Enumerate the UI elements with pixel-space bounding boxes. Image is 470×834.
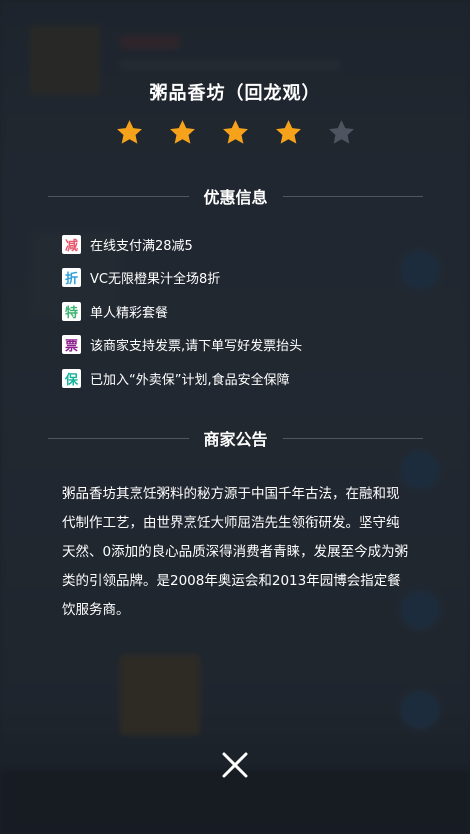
discount-title: 优惠信息	[203, 188, 268, 207]
bulletin-section-title: 商家公告	[48, 428, 424, 449]
divider-line	[282, 437, 424, 439]
rating-stars	[0, 118, 470, 147]
star-icon	[328, 120, 354, 144]
list-item: 保 已加入“外卖保”计划,食品安全保障	[62, 368, 422, 388]
star-icon	[222, 120, 248, 144]
list-item: 票 该商家支持发票,请下单写好发票抬头	[62, 335, 422, 355]
divider-line	[48, 195, 189, 197]
special-offer-badge-icon: 特	[62, 301, 81, 321]
discount-badge-icon: 减	[62, 234, 81, 254]
divider-line	[48, 437, 189, 439]
close-icon	[222, 752, 248, 778]
discount-text: 该商家支持发票,请下单写好发票抬头	[90, 339, 303, 354]
shop-detail-panel: 粥品香坊（回龙观） 优惠信息 减 在线支付满28减5 折 VC无限橙果汁全场8折…	[0, 0, 470, 834]
star-icon	[275, 120, 301, 144]
star-icon	[169, 120, 195, 144]
list-item: 特 单人精彩套餐	[62, 301, 422, 321]
list-item: 减 在线支付满28减5	[62, 234, 422, 254]
discount-text: 已加入“外卖保”计划,食品安全保障	[90, 372, 290, 388]
discount-text: VC无限橙果汁全场8折	[90, 272, 221, 287]
discount-section-title: 优惠信息	[48, 186, 424, 207]
divider-line	[282, 195, 424, 197]
special-discount-badge-icon: 折	[62, 268, 81, 287]
shop-name: 粥品香坊（回龙观）	[149, 83, 321, 104]
discount-list: 减 在线支付满28减5 折 VC无限橙果汁全场8折 特 单人精彩套餐 票 该商家…	[62, 234, 422, 402]
guarantee-badge-icon: 保	[62, 368, 81, 388]
invoice-badge-icon: 票	[62, 335, 81, 354]
discount-text: 在线支付满28减5	[90, 238, 193, 254]
discount-text: 单人精彩套餐	[90, 305, 169, 321]
bulletin-text: 粥品香坊其烹饪粥料的秘方源于中国千年古法，在融和现代制作工艺，由世界烹饪大师屈浩…	[62, 486, 409, 618]
star-icon	[116, 120, 142, 144]
close-button[interactable]	[221, 751, 249, 779]
bulletin-title: 商家公告	[203, 430, 268, 449]
list-item: 折 VC无限橙果汁全场8折	[62, 268, 422, 288]
